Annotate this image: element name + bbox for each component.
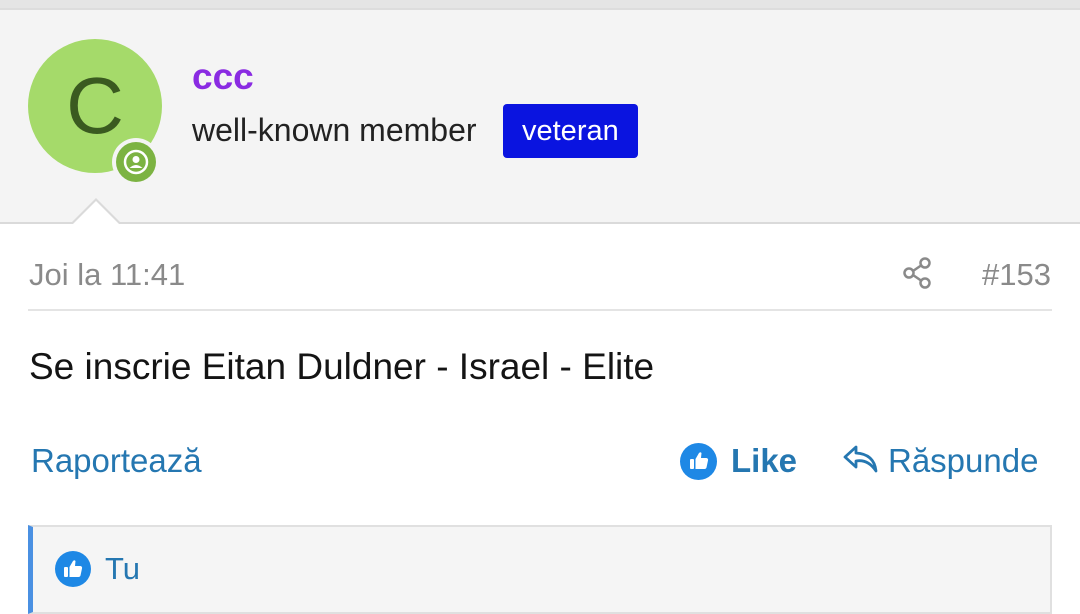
online-status-badge [112,138,160,186]
thumbs-up-icon [680,442,717,480]
post-page: C ccc well-known member veteran Joi la 1… [0,0,1080,614]
post-number[interactable]: #153 [982,257,1051,293]
post-body: Se inscrie Eitan Duldner - Israel - Elit… [29,346,655,387]
reply-button[interactable]: Răspunde [842,440,1038,482]
header-pointer-fill [72,201,120,225]
reply-label: Răspunde [888,442,1039,479]
like-button[interactable]: Like [680,440,797,482]
user-title: well-known member [192,112,477,148]
reaction-thumbs-up-icon [55,551,91,587]
reactions-content: Tu [55,549,140,589]
reactions-bar[interactable]: Tu [28,525,1052,614]
divider [28,309,1052,311]
reaction-users[interactable]: Tu [105,551,140,587]
user-banner: veteran [503,104,638,158]
username-link[interactable]: ccc [192,56,254,98]
user-online-icon [116,142,156,182]
avatar-letter: C [66,61,124,150]
report-link[interactable]: Raportează [31,442,202,480]
user-header: C ccc well-known member veteran [0,10,1080,224]
top-strip [0,0,1080,10]
like-label: Like [731,442,798,479]
reply-arrow-icon [842,442,880,481]
post-date[interactable]: Joi la 11:41 [29,257,185,293]
share-icon[interactable] [900,254,936,292]
